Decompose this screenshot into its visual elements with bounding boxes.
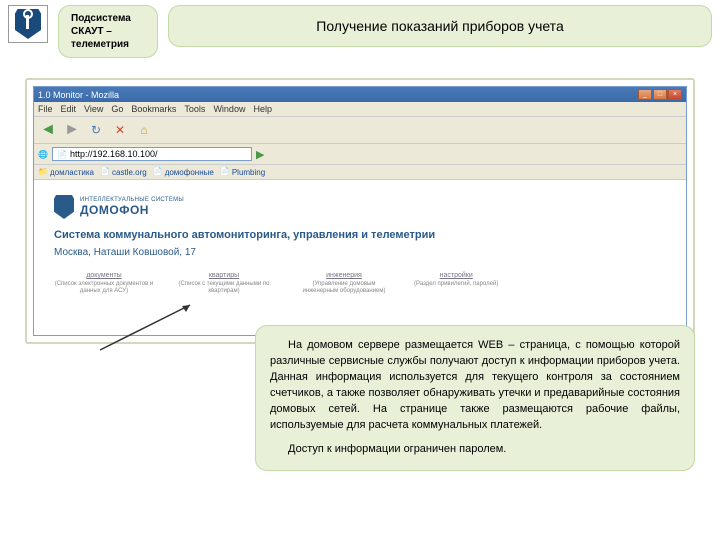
bookmark-item[interactable]: 📄домофонные [153,167,214,177]
browser-addressbar: 🌐 📄 http://192.168.10.100/ ▶ [34,144,686,165]
tab-apartments[interactable]: квартиры (Список с текущими данными по к… [174,272,274,295]
bookmark-icon: 📄 [100,167,110,177]
stop-icon[interactable]: ✕ [110,120,130,140]
logo-text: ДОМОФОН [80,203,184,217]
close-button[interactable]: × [668,89,682,100]
bookmark-icon: 📁 [38,167,48,177]
address-text: http://192.168.10.100/ [70,149,158,159]
content-title: Система коммунального автомониторинга, у… [54,229,666,241]
browser-toolbar: ◄ ► ↻ ✕ ⌂ [34,117,686,144]
content-address: Москва, Наташи Ковшовой, 17 [54,247,666,258]
bookmark-item[interactable]: 📄Plumbing [220,167,265,177]
window-title: 1.0 Monitor - Mozilla [38,90,119,100]
browser-window: 1.0 Monitor - Mozilla _ □ × File Edit Vi… [33,86,687,336]
subtitle-line1: Подсистема [71,12,145,25]
address-input[interactable]: 📄 http://192.168.10.100/ [52,147,252,161]
globe-icon: 🌐 [38,150,48,159]
subtitle-box: Подсистема СКАУТ – телеметрия [58,5,158,58]
browser-content: ИНТЕЛЛЕКТУАЛЬНЫЕ СИСТЕМЫ ДОМОФОН Система… [34,180,686,335]
description-p2: Доступ к информации ограничен паролем. [270,442,680,458]
screenshot-frame: 1.0 Monitor - Mozilla _ □ × File Edit Vi… [25,78,695,344]
reload-icon[interactable]: ↻ [86,120,106,140]
browser-menu: File Edit View Go Bookmarks Tools Window… [34,102,686,117]
bookmark-icon: 📄 [220,167,230,177]
description-p1: На домовом сервере размещается WEB – стр… [270,338,680,434]
minimize-button[interactable]: _ [638,89,652,100]
description-box: На домовом сервере размещается WEB – стр… [255,325,695,471]
back-icon[interactable]: ◄ [38,120,58,140]
bookmark-icon: 📄 [153,167,163,177]
menu-file[interactable]: File [38,104,53,114]
page-title: Получение показаний приборов учета [168,5,712,47]
menu-edit[interactable]: Edit [61,104,77,114]
go-button[interactable]: ▶ [256,148,264,161]
key-icon [26,15,29,29]
bookmark-item[interactable]: 📄castle.org [100,167,147,177]
tab-engineering[interactable]: инженерия (Управление домовым инженерным… [294,272,394,295]
content-tabs: документы (Список электронных документов… [54,272,666,295]
browser-titlebar: 1.0 Monitor - Mozilla _ □ × [34,87,686,102]
menu-help[interactable]: Help [253,104,272,114]
tab-settings[interactable]: настройки (Раздел привилегий, паролей) [414,272,498,295]
titlebar-buttons: _ □ × [638,89,682,100]
shield-icon [15,9,41,39]
menu-window[interactable]: Window [213,104,245,114]
home-icon[interactable]: ⌂ [134,120,154,140]
header-row: Подсистема СКАУТ – телеметрия Получение … [0,0,720,63]
menu-go[interactable]: Go [111,104,123,114]
forward-icon[interactable]: ► [62,120,82,140]
menu-tools[interactable]: Tools [184,104,205,114]
maximize-button[interactable]: □ [653,89,667,100]
subtitle-line2: СКАУТ – [71,25,145,38]
browser-bookmarks: 📁домластика 📄castle.org 📄домофонные 📄Plu… [34,165,686,180]
subtitle-line3: телеметрия [71,38,145,51]
logo-box [8,5,48,43]
domofon-shield-icon [54,195,74,219]
tab-documents[interactable]: документы (Список электронных документов… [54,272,154,295]
page-icon: 📄 [57,150,67,159]
bookmark-item[interactable]: 📁домластика [38,167,94,177]
menu-bookmarks[interactable]: Bookmarks [131,104,176,114]
domofon-logo: ИНТЕЛЛЕКТУАЛЬНЫЕ СИСТЕМЫ ДОМОФОН [54,195,666,219]
menu-view[interactable]: View [84,104,103,114]
